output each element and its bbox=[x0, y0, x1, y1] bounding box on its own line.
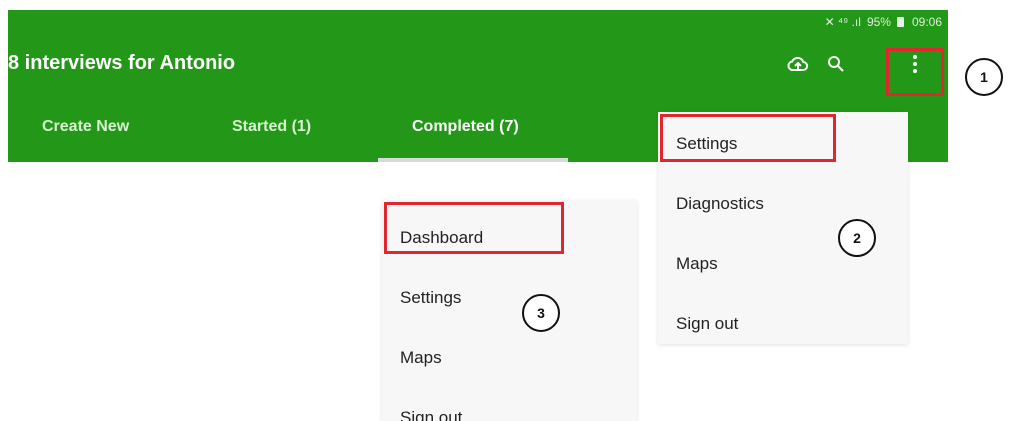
status-bar: ✕ ⁴⁹ .ıl 95% 09:06 bbox=[8, 10, 948, 34]
highlight-box bbox=[886, 48, 944, 96]
signal-icon: ✕ ⁴⁹ .ıl bbox=[824, 15, 861, 29]
highlight-box bbox=[660, 114, 836, 162]
battery-icon bbox=[896, 17, 904, 27]
tab-create-new[interactable]: Create New bbox=[42, 118, 129, 136]
cloud-sync-icon[interactable] bbox=[784, 50, 812, 78]
search-icon[interactable] bbox=[822, 50, 850, 78]
menu-item-diagnostics[interactable]: Diagnostics bbox=[676, 194, 764, 214]
tab-completed[interactable]: Completed (7) bbox=[412, 118, 519, 136]
highlight-box bbox=[384, 202, 564, 254]
app-screen: ✕ ⁴⁹ .ıl 95% 09:06 8 interviews for Anto… bbox=[8, 10, 948, 421]
battery-level: 95% bbox=[866, 15, 891, 29]
menu-item-sign-out[interactable]: Sign out bbox=[400, 408, 462, 421]
callout-marker: 3 bbox=[522, 294, 560, 332]
callout-marker: 2 bbox=[838, 219, 876, 257]
app-bar: 8 interviews for Antonio bbox=[8, 34, 948, 94]
menu-item-maps[interactable]: Maps bbox=[400, 348, 442, 368]
page-title: 8 interviews for Antonio bbox=[8, 52, 236, 74]
callout-marker: 1 bbox=[965, 58, 1003, 96]
active-tab-indicator bbox=[378, 158, 568, 162]
menu-item-settings[interactable]: Settings bbox=[400, 288, 461, 308]
clock: 09:06 bbox=[911, 15, 942, 29]
menu-item-maps[interactable]: Maps bbox=[676, 254, 718, 274]
menu-item-sign-out[interactable]: Sign out bbox=[676, 314, 738, 334]
tab-started[interactable]: Started (1) bbox=[232, 118, 311, 136]
